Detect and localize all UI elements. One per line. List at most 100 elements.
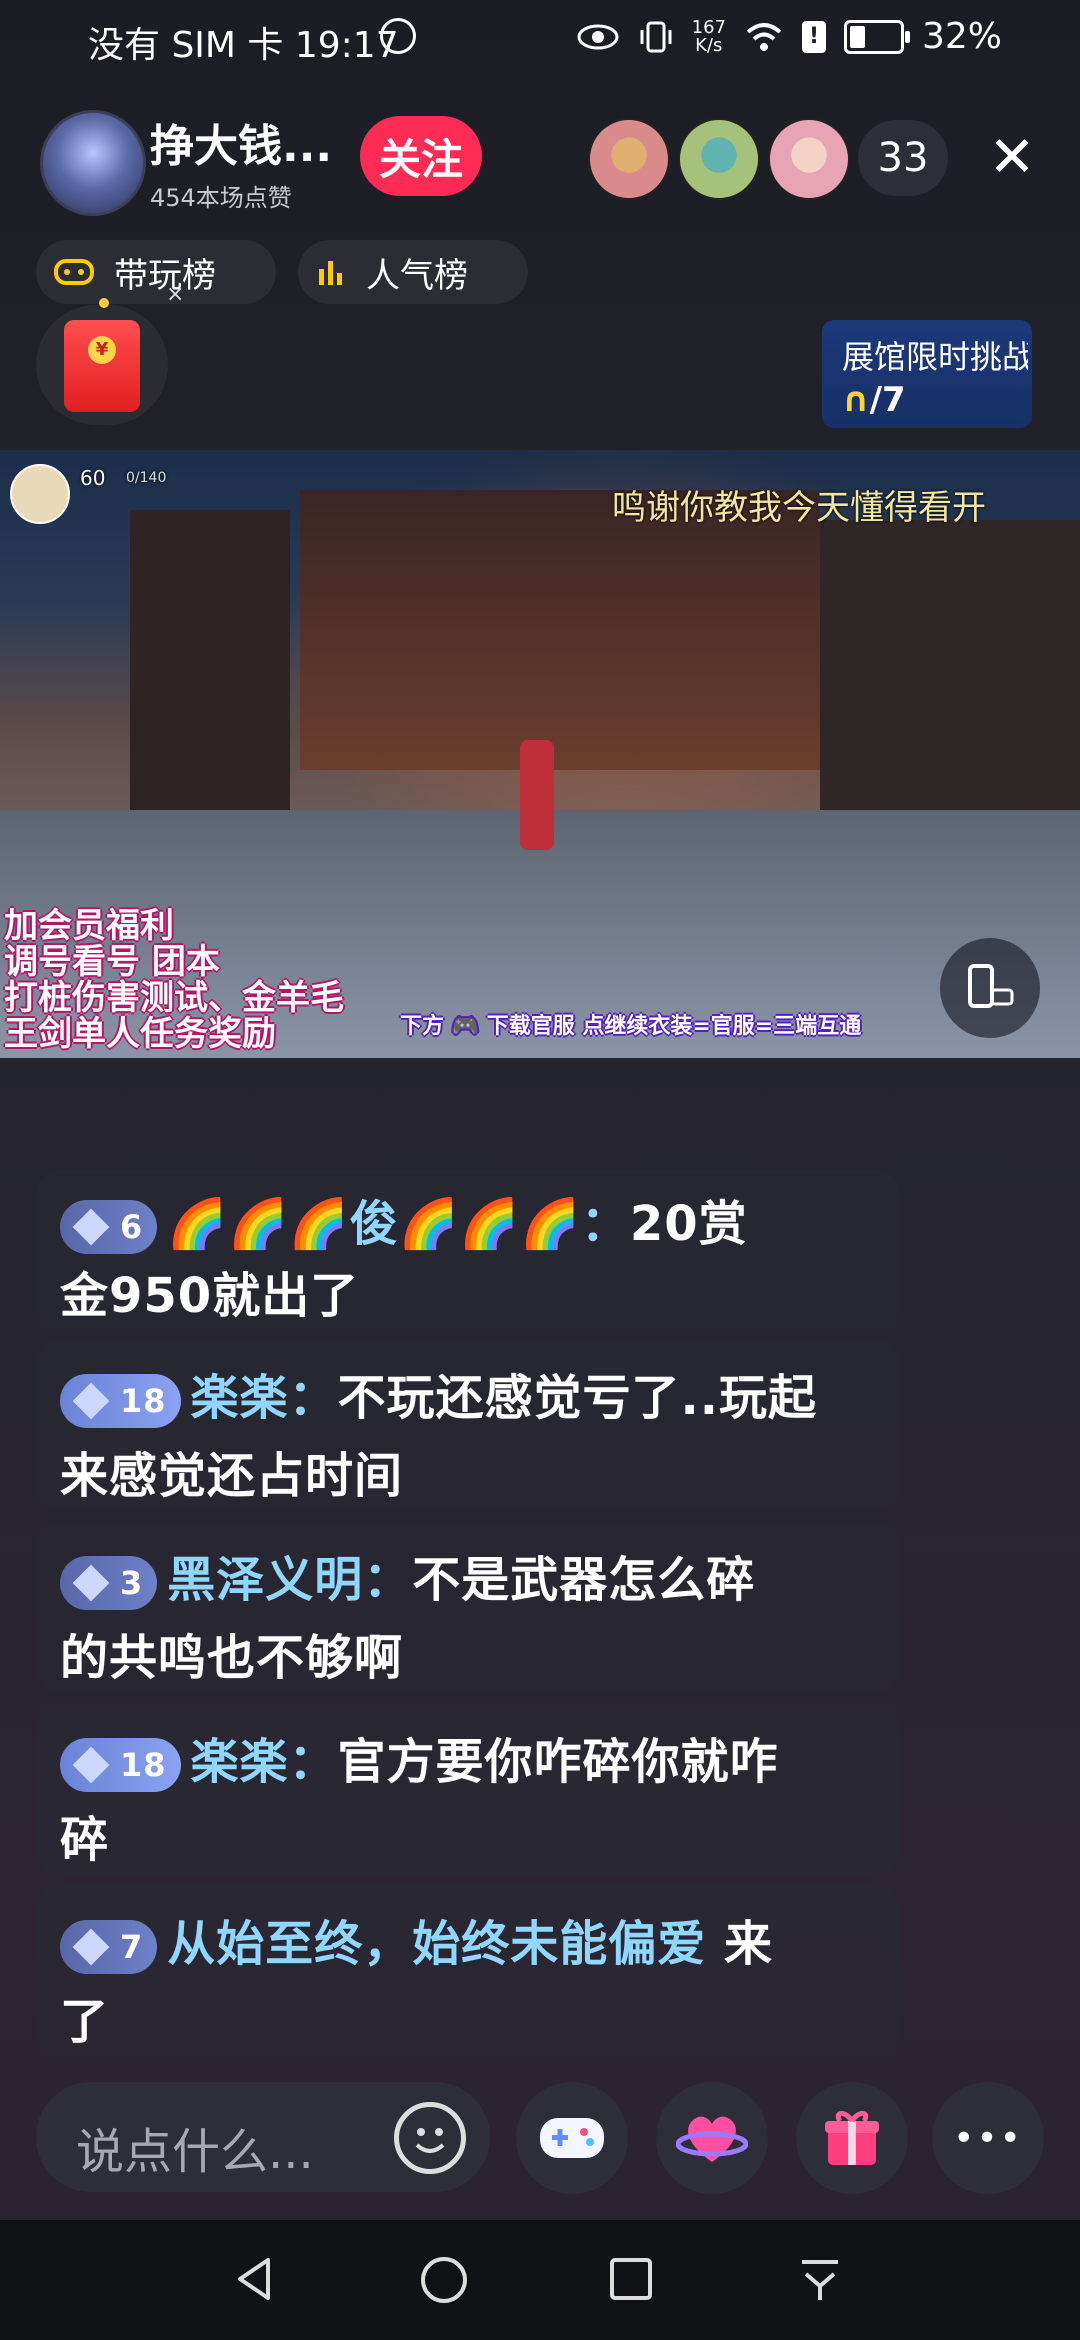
- chat-line: 6 🌈🌈🌈俊🌈🌈🌈：20赏: [60, 1184, 748, 1254]
- emoji-face: [415, 2128, 445, 2153]
- chat-message[interactable]: 3 黑泽义明：不是武器怎么碎 的共鸣也不够啊: [36, 1522, 900, 1692]
- user-level-badge: 18: [60, 1374, 181, 1428]
- download-icon[interactable]: [796, 2256, 844, 2304]
- gift-icon: [825, 2111, 879, 2165]
- play-rank-label: 带玩榜: [114, 255, 216, 296]
- chat-text: 不玩还感觉亏了..玩起: [337, 1370, 818, 1426]
- chat-text: 官方要你咋碎你就咋: [337, 1734, 779, 1790]
- close-icon[interactable]: ✕: [982, 128, 1042, 188]
- back-icon[interactable]: [230, 2254, 280, 2304]
- chat-username[interactable]: 黑泽义明：: [167, 1552, 412, 1608]
- chat-text-continued: 碎: [60, 1812, 110, 1868]
- battery-percent: 32%: [921, 16, 1002, 57]
- chat-text-continued: 金950就出了: [60, 1268, 360, 1324]
- gem-icon: [72, 1382, 110, 1420]
- recents-icon[interactable]: [608, 2256, 654, 2302]
- chat-line: 18 楽楽：不玩还感觉亏了..玩起: [60, 1358, 817, 1428]
- battery-fill: [849, 25, 865, 48]
- user-level-badge: 7: [60, 1920, 158, 1974]
- user-level-badge: 18: [60, 1738, 181, 1792]
- popularity-rank-pill[interactable]: 人气榜: [298, 240, 528, 304]
- follow-button[interactable]: 关注: [360, 116, 482, 196]
- chat-text-continued: 来感觉还占时间: [60, 1448, 404, 1504]
- popularity-rank-label: 人气榜: [366, 255, 468, 296]
- chat-line: 3 黑泽义明：不是武器怎么碎: [60, 1540, 755, 1610]
- viewer-avatar[interactable]: [768, 118, 850, 200]
- network-speed-value: 167: [691, 16, 726, 38]
- chat-text: 20赏: [629, 1196, 748, 1252]
- gem-icon: [72, 1564, 110, 1602]
- scene-building: [820, 520, 1080, 850]
- chat-text-continued: 了: [60, 1994, 110, 2050]
- game-button[interactable]: [516, 2082, 628, 2194]
- user-level: 6: [120, 1208, 144, 1246]
- gamepad-icon: [540, 2118, 604, 2158]
- alert-icon: !: [801, 20, 826, 53]
- live-video[interactable]: 60 0/140 鸣谢你教我今天懂得看开 加会员福利 调号看号 团本 打桩伤害测…: [0, 450, 1080, 1058]
- status-bar: 没有 SIM 卡 19:17 167 K/s ! 32%: [0, 0, 1080, 80]
- status-icons: 167 K/s ! 32%: [576, 16, 1002, 57]
- vibrate-icon: [640, 21, 672, 52]
- chat-message[interactable]: 6 🌈🌈🌈俊🌈🌈🌈：20赏 金950就出了: [36, 1170, 900, 1328]
- chat-text: 来: [706, 1916, 773, 1972]
- chat-username[interactable]: 从始至终，始终未能偏爱: [167, 1916, 706, 1972]
- overlay-line: 打桩伤害测试、金羊毛: [4, 978, 344, 1018]
- red-packet-icon[interactable]: ¥: [64, 320, 140, 412]
- network-speed-unit: K/s: [695, 34, 723, 56]
- gem-icon: [72, 1928, 110, 1966]
- overlay-line: 王剑单人任务奖励: [4, 1014, 276, 1054]
- rotate-screen-icon: [968, 964, 1014, 1008]
- chat-message[interactable]: 7 从始至终，始终未能偏爱 来 了: [36, 1886, 900, 2056]
- chat-message[interactable]: 18 楽楽：官方要你咋碎你就咋 碎: [36, 1704, 900, 1874]
- wifi-icon: [746, 22, 782, 51]
- interaction-button[interactable]: [656, 2082, 768, 2194]
- chat-text-continued: 的共鸣也不够啊: [60, 1630, 404, 1686]
- event-title: 展馆限时挑战: [842, 338, 1028, 376]
- likes-count: 454本场点赞: [150, 184, 292, 212]
- network-speed: 167 K/s: [691, 16, 726, 56]
- hud-exp: 0/140: [126, 470, 167, 486]
- chat-username[interactable]: 🌈🌈🌈俊🌈🌈🌈：: [167, 1196, 630, 1252]
- gift-button[interactable]: [796, 2082, 908, 2194]
- overlay-line: 调号看号 团本: [4, 942, 220, 982]
- emoji-icon[interactable]: [394, 2102, 466, 2174]
- chat-username[interactable]: 楽楽：: [191, 1370, 338, 1426]
- event-progress-text: /7: [869, 380, 906, 420]
- user-level-badge: 3: [60, 1556, 158, 1610]
- viewer-count[interactable]: 33: [858, 120, 948, 196]
- video-bottom-banner: 下方 🎮 下载官服 点继续衣装=官服=三端互通: [400, 1014, 862, 1039]
- comment-placeholder: 说点什么...: [76, 2124, 314, 2180]
- gem-icon: [72, 1208, 110, 1246]
- rotate-screen-button[interactable]: [940, 938, 1040, 1038]
- user-level-badge: 6: [60, 1200, 158, 1254]
- user-level: 3: [120, 1564, 144, 1602]
- viewer-avatar[interactable]: [678, 118, 760, 200]
- hud-portrait: [10, 464, 70, 524]
- gem-icon: [72, 1746, 110, 1784]
- gamepad-icon: [54, 259, 94, 285]
- notification-dot: [99, 298, 109, 308]
- user-level: 18: [120, 1746, 167, 1784]
- heart-planet-icon: [676, 2116, 748, 2162]
- user-level: 18: [120, 1382, 167, 1420]
- hud-level: 60: [80, 466, 106, 490]
- battery-icon: [843, 19, 910, 54]
- more-button[interactable]: •••: [932, 2082, 1044, 2194]
- streamer-name[interactable]: 挣大钱...: [150, 110, 332, 174]
- streamer-avatar[interactable]: [40, 110, 146, 216]
- chat-text: 不是武器怎么碎: [412, 1552, 756, 1608]
- play-rank-pill[interactable]: 带玩榜: [36, 240, 276, 304]
- chat-message[interactable]: 18 楽楽：不玩还感觉亏了..玩起 来感觉还占时间: [36, 1340, 900, 1510]
- chat-line: 7 从始至终，始终未能偏爱 来: [60, 1904, 773, 1974]
- app-indicator-icon: [380, 18, 416, 54]
- system-nav-bar: [0, 2220, 1080, 2340]
- red-packet-close-icon[interactable]: ×: [166, 282, 184, 307]
- chat-username[interactable]: 楽楽：: [191, 1734, 338, 1790]
- eye-icon: [577, 24, 619, 49]
- viewer-avatar[interactable]: [588, 118, 670, 200]
- overlay-line: 加会员福利: [4, 906, 174, 946]
- chat-line: 18 楽楽：官方要你咋碎你就咋: [60, 1722, 779, 1792]
- event-progress-icon: ∩: [842, 380, 870, 420]
- home-icon[interactable]: [418, 2254, 470, 2306]
- bar-chart-icon: [319, 261, 342, 285]
